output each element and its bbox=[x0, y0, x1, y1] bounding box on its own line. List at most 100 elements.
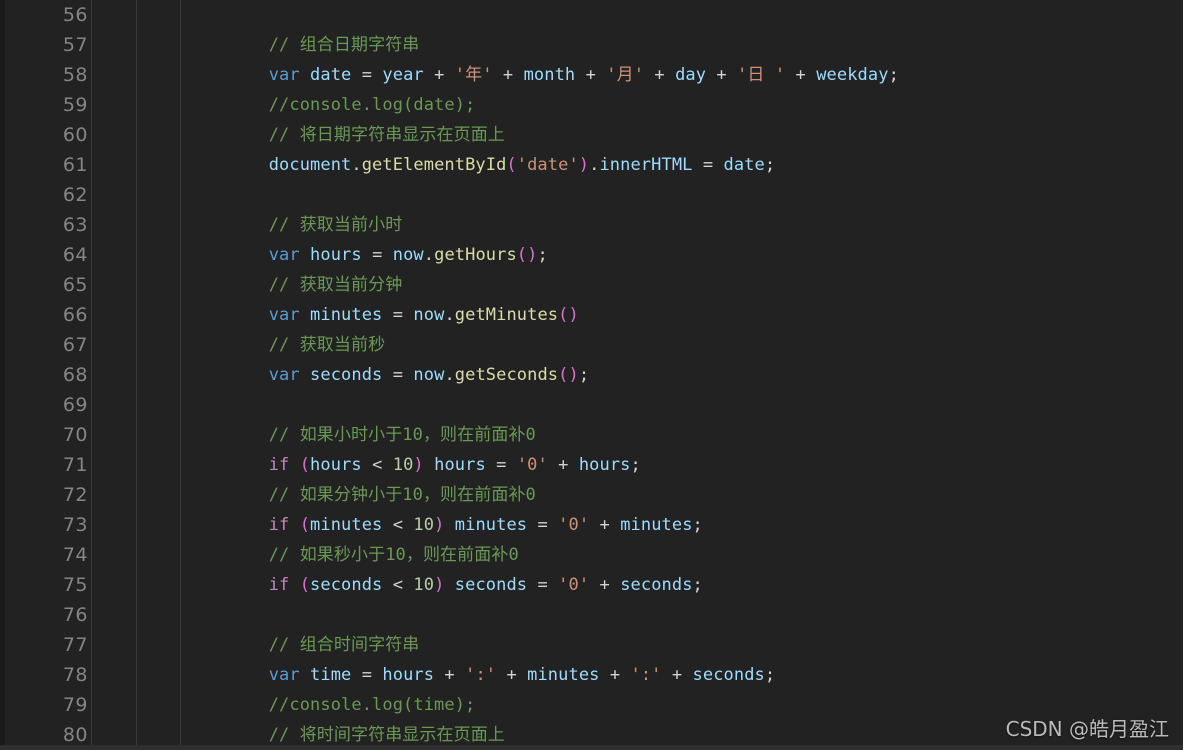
code-line[interactable]: 57 // 组合日期字符串 bbox=[0, 30, 1183, 60]
line-text[interactable]: // 将日期字符串显示在页面上 bbox=[186, 120, 505, 150]
code-line[interactable]: 66 var minutes = now.getMinutes() bbox=[0, 300, 1183, 330]
line-number: 77 bbox=[62, 634, 88, 656]
line-text[interactable]: // 获取当前小时 bbox=[186, 210, 403, 240]
code-token: ) bbox=[578, 155, 590, 175]
code-editor[interactable]: 56 57 // 组合日期字符串 58 var date = year + '年' … bbox=[0, 0, 1183, 750]
code-token: + bbox=[599, 665, 631, 685]
code-token: + bbox=[661, 665, 693, 685]
line-text[interactable]: // 如果秒小于10，则在前面补0 bbox=[186, 540, 519, 570]
code-line[interactable]: 61 document.getElementById('date').inner… bbox=[0, 150, 1183, 180]
line-number: 68 bbox=[62, 364, 88, 386]
code-token: ( bbox=[299, 515, 311, 535]
code-token: = bbox=[692, 155, 724, 175]
code-token: seconds bbox=[310, 365, 383, 385]
code-token: // 组合时间字符串 bbox=[268, 635, 420, 655]
code-line[interactable]: 74 // 如果秒小于10，则在前面补0 bbox=[0, 540, 1183, 570]
line-text[interactable]: // 获取当前秒 bbox=[186, 330, 385, 360]
code-token: 10 bbox=[392, 455, 414, 475]
code-token: if bbox=[268, 575, 290, 595]
code-token: var bbox=[268, 305, 300, 325]
code-token: var bbox=[268, 365, 300, 385]
code-line[interactable]: 62 bbox=[0, 180, 1183, 210]
code-token: = bbox=[485, 455, 517, 475]
code-token: if bbox=[268, 455, 290, 475]
line-text[interactable]: document.getElementById('date').innerHTM… bbox=[186, 150, 775, 180]
line-text[interactable]: var date = year + '年' + month + '月' + da… bbox=[186, 60, 899, 90]
line-text[interactable]: var minutes = now.getMinutes() bbox=[186, 300, 579, 330]
code-line[interactable]: 60 // 将日期字符串显示在页面上 bbox=[0, 120, 1183, 150]
code-token: var bbox=[268, 245, 300, 265]
line-text[interactable]: var time = hours + ':' + minutes + ':' +… bbox=[186, 660, 775, 690]
code-line[interactable]: 78 var time = hours + ':' + minutes + ':… bbox=[0, 660, 1183, 690]
code-token: // 如果秒小于10，则在前面补0 bbox=[268, 545, 519, 565]
line-text[interactable]: // 如果小时小于10，则在前面补0 bbox=[186, 420, 536, 450]
code-token: '月' bbox=[606, 65, 645, 85]
line-text[interactable]: var seconds = now.getSeconds(); bbox=[186, 360, 589, 390]
line-text[interactable]: if (seconds < 10) seconds = '0' + second… bbox=[186, 570, 703, 600]
code-line[interactable]: 68 var seconds = now.getSeconds(); bbox=[0, 360, 1183, 390]
line-text[interactable]: // 组合时间字符串 bbox=[186, 630, 420, 660]
code-line[interactable]: 76 bbox=[0, 600, 1183, 630]
code-line[interactable]: 56 bbox=[0, 0, 1183, 30]
line-text[interactable]: var hours = now.getHours(); bbox=[186, 240, 548, 270]
code-line[interactable]: 77 // 组合时间字符串 bbox=[0, 630, 1183, 660]
code-token: () bbox=[516, 245, 538, 265]
csdn-watermark: CSDN @皓月盈江 bbox=[1005, 717, 1169, 741]
code-token: document bbox=[268, 155, 352, 175]
code-line[interactable]: 64 var hours = now.getHours(); bbox=[0, 240, 1183, 270]
code-token: // 将日期字符串显示在页面上 bbox=[268, 125, 505, 145]
code-token: //console.log(date); bbox=[268, 95, 476, 115]
code-token: minutes bbox=[454, 515, 528, 535]
code-line[interactable]: 58 var date = year + '年' + month + '月' +… bbox=[0, 60, 1183, 90]
line-text[interactable]: if (hours < 10) hours = '0' + hours; bbox=[186, 450, 641, 480]
code-line[interactable]: 69 bbox=[0, 390, 1183, 420]
code-token: getSeconds bbox=[454, 365, 559, 385]
code-token: now bbox=[413, 305, 445, 325]
code-token: ; bbox=[888, 65, 899, 85]
line-number: 56 bbox=[62, 4, 88, 26]
line-text[interactable]: // 获取当前分钟 bbox=[186, 270, 403, 300]
code-line[interactable]: 72 // 如果分钟小于10，则在前面补0 bbox=[0, 480, 1183, 510]
code-line[interactable]: 75 if (seconds < 10) seconds = '0' + sec… bbox=[0, 570, 1183, 600]
line-text[interactable]: //console.log(date); bbox=[186, 90, 476, 120]
line-number: 73 bbox=[62, 514, 88, 536]
line-number: 58 bbox=[62, 64, 88, 86]
code-token: + bbox=[589, 515, 621, 535]
code-line[interactable]: 73 if (minutes < 10) minutes = '0' + min… bbox=[0, 510, 1183, 540]
code-token: ':' bbox=[465, 665, 497, 685]
code-token: time bbox=[310, 665, 352, 685]
code-line[interactable]: 71 if (hours < 10) hours = '0' + hours; bbox=[0, 450, 1183, 480]
line-text[interactable]: //console.log(time); bbox=[186, 690, 476, 720]
code-token: getHours bbox=[434, 245, 517, 265]
code-line[interactable]: 65 // 获取当前分钟 bbox=[0, 270, 1183, 300]
code-token: ) bbox=[434, 515, 445, 535]
line-text[interactable]: // 如果分钟小于10，则在前面补0 bbox=[186, 480, 536, 510]
code-token: minutes bbox=[310, 305, 383, 325]
code-token: var bbox=[268, 665, 300, 685]
code-token: = bbox=[527, 575, 559, 595]
code-token: 10 bbox=[413, 515, 435, 535]
code-line[interactable]: 59 //console.log(date); bbox=[0, 90, 1183, 120]
line-number: 60 bbox=[62, 124, 88, 146]
code-token: < bbox=[361, 455, 393, 475]
code-line[interactable]: 63 // 获取当前小时 bbox=[0, 210, 1183, 240]
line-number: 59 bbox=[62, 94, 88, 116]
code-content-area[interactable]: 56 57 // 组合日期字符串 58 var date = year + '年' … bbox=[0, 0, 1183, 750]
line-text[interactable]: // 组合日期字符串 bbox=[186, 30, 420, 60]
code-line[interactable]: 67 // 获取当前秒 bbox=[0, 330, 1183, 360]
code-token: hours bbox=[434, 455, 486, 475]
line-text[interactable]: if (minutes < 10) minutes = '0' + minute… bbox=[186, 510, 703, 540]
code-line[interactable]: 70 // 如果小时小于10，则在前面补0 bbox=[0, 420, 1183, 450]
